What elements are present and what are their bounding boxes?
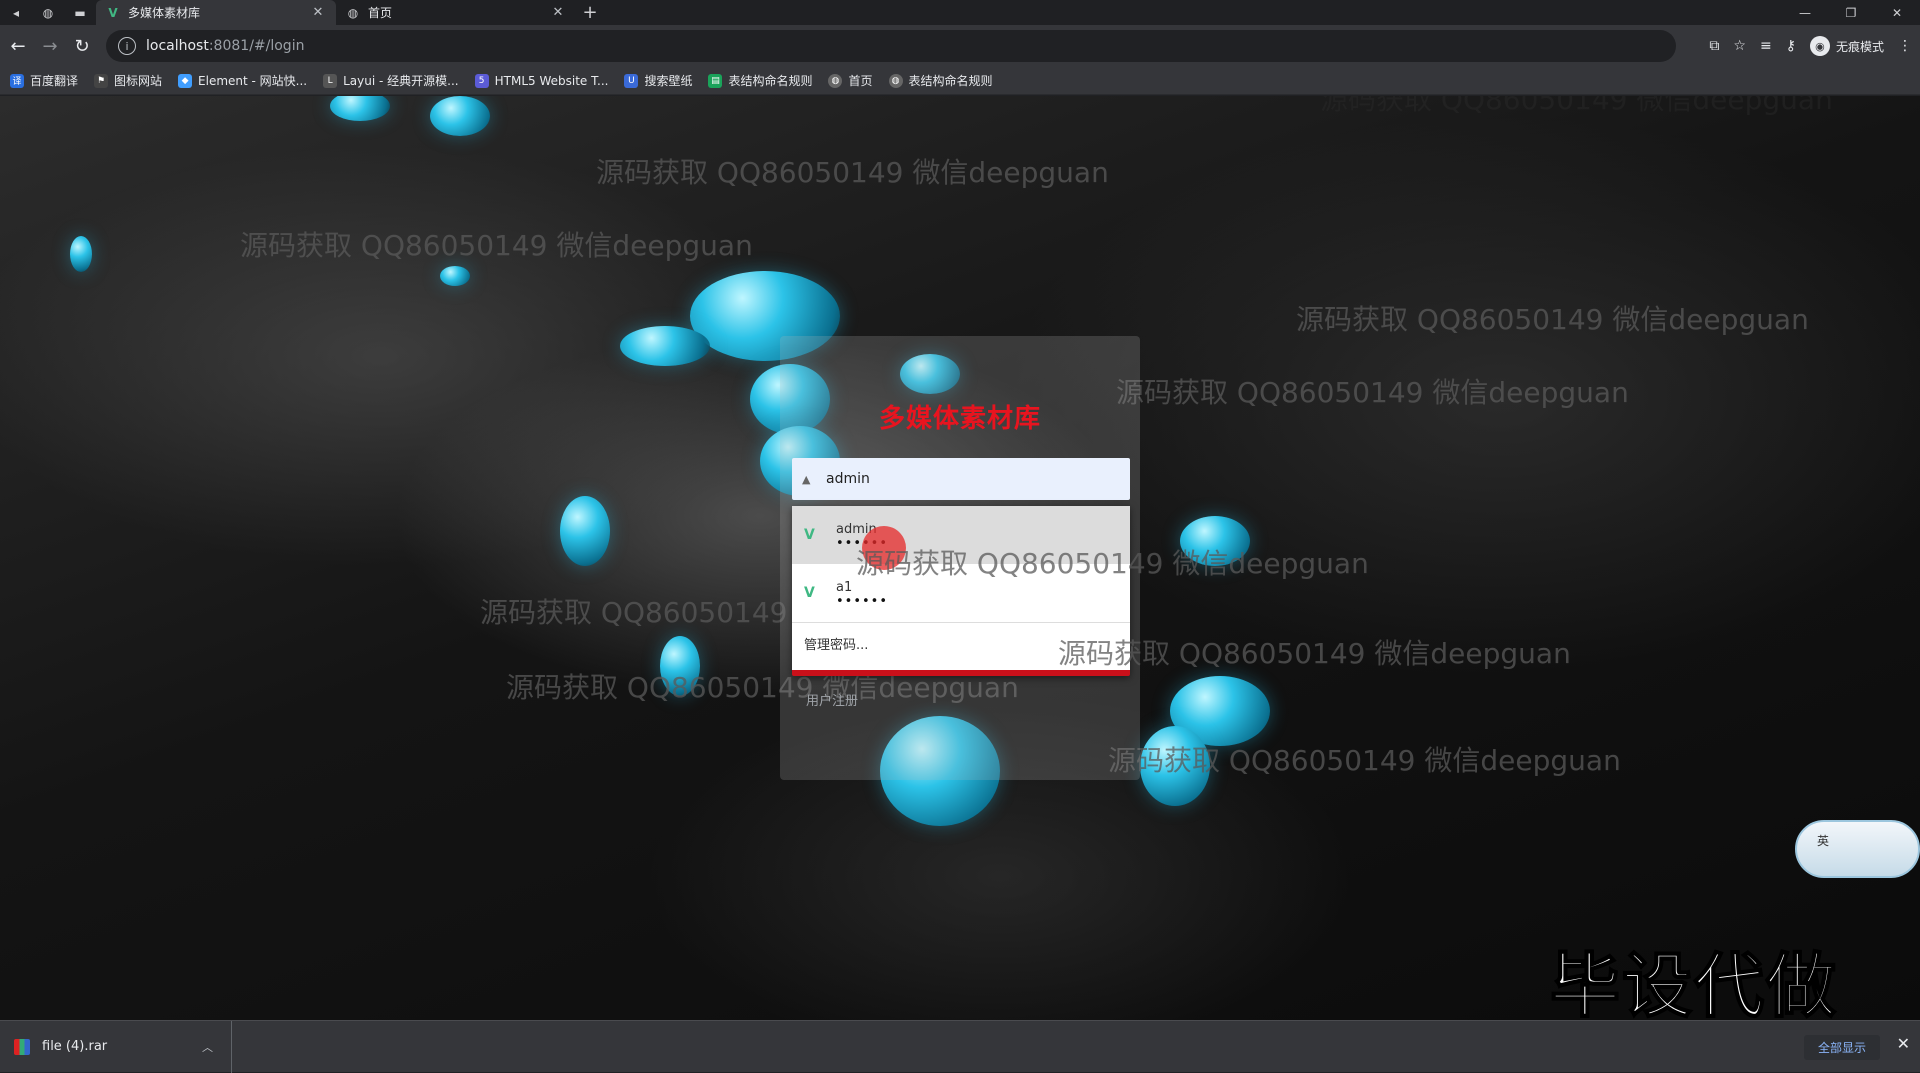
watermark: 源码获取 QQ86050149 微信deepguan bbox=[1058, 637, 1571, 670]
bookmark-label: HTML5 Website T... bbox=[494, 73, 609, 88]
menu-icon[interactable]: ⋮ bbox=[1898, 38, 1912, 54]
address-path: :8081/#/login bbox=[208, 38, 305, 54]
water-drop bbox=[430, 96, 490, 136]
vue-icon: V bbox=[108, 5, 118, 20]
bookmark-item[interactable]: ◍ 表结构命名规则 bbox=[888, 72, 993, 89]
reading-list-icon[interactable]: ≡ bbox=[1760, 38, 1772, 54]
bookmark-label: 表结构命名规则 bbox=[908, 74, 993, 88]
globe-icon: ◍ bbox=[347, 5, 359, 20]
bookmark-icon: 译 bbox=[10, 73, 24, 88]
promo-overlay-text: 毕设代做 bbox=[1549, 944, 1838, 1028]
user-icon: ▲ bbox=[802, 472, 811, 486]
ime-label: 英 bbox=[1817, 834, 1830, 848]
watermark: 源码获取 QQ86050149 微信deepguan bbox=[596, 156, 1109, 189]
minimize-icon[interactable]: — bbox=[1782, 0, 1828, 25]
bookmark-star-icon[interactable]: ☆ bbox=[1733, 38, 1746, 54]
vue-icon: V bbox=[804, 585, 815, 601]
toolbar-actions: ⧉ ☆ ≡ ⚷ ◉ 无痕模式 ⋮ bbox=[1709, 30, 1912, 62]
bookmark-label: Layui - 经典开源模... bbox=[343, 74, 459, 88]
water-drop bbox=[70, 236, 92, 272]
incognito-indicator[interactable]: ◉ 无痕模式 bbox=[1809, 36, 1884, 56]
close-window-icon[interactable]: ✕ bbox=[1874, 0, 1920, 25]
bookmark-label: 百度翻译 bbox=[30, 74, 79, 88]
tab-active[interactable]: V 多媒体素材库 ✕ bbox=[96, 0, 336, 25]
water-drop bbox=[560, 496, 610, 566]
globe-icon[interactable]: ◍ bbox=[32, 0, 64, 25]
key-icon[interactable]: ⚷ bbox=[1786, 38, 1796, 54]
bookmark-item[interactable]: 5 HTML5 Website T... bbox=[474, 73, 609, 88]
restore-icon[interactable]: ❐ bbox=[1828, 0, 1874, 25]
tab-close-icon[interactable]: ✕ bbox=[550, 5, 566, 20]
bookmark-label: 图标网站 bbox=[114, 74, 163, 88]
bookmarks-bar: 译百度翻译 ⚑ 图标网站 ◆ Element - 网站快... L Layui - 经… bbox=[0, 67, 1920, 95]
wallpaper-icon: U bbox=[624, 73, 639, 88]
bookmark-item[interactable]: ◆ Element - 网站快... bbox=[178, 72, 307, 89]
tab-close-icon[interactable]: ✕ bbox=[310, 5, 326, 20]
download-bar: file (4).rar ︿ 全部显示 ✕ bbox=[0, 1020, 1920, 1073]
watermark: 源码获取 QQ86050149 微信deepguan bbox=[240, 229, 753, 262]
bookmark-label: 搜索壁纸 bbox=[644, 74, 693, 88]
element-icon: ◆ bbox=[178, 73, 193, 88]
watermark: 源码获取 QQ86050149 微信deepguan bbox=[856, 547, 1369, 580]
reload-icon[interactable]: ↻ bbox=[66, 30, 98, 62]
globe-icon: ◍ bbox=[888, 73, 903, 88]
tab-title: 首页 bbox=[368, 6, 393, 20]
download-file-name: file (4).rar bbox=[42, 1039, 108, 1054]
watermark: 源码获取 QQ86050149 微信deepguan bbox=[1116, 376, 1629, 409]
sheet-icon: ▤ bbox=[708, 73, 723, 88]
tab-home[interactable]: ◍ 首页 ✕ bbox=[336, 0, 576, 25]
register-link[interactable]: 用户注册 bbox=[806, 690, 858, 709]
bookmark-label: 首页 bbox=[848, 74, 873, 88]
autofill-entry-text: a1 •••••• bbox=[836, 580, 889, 609]
bookmark-label: 表结构命名规则 bbox=[728, 74, 813, 88]
water-drop bbox=[440, 266, 470, 286]
autofill-password: •••••• bbox=[836, 593, 889, 609]
new-tab-button[interactable]: + bbox=[576, 0, 604, 25]
globe-icon: ◍ bbox=[828, 73, 843, 88]
tab-search-icon[interactable]: ◂ bbox=[0, 0, 32, 25]
bookmark-label: Element - 网站快... bbox=[198, 74, 308, 88]
forward-icon[interactable]: → bbox=[34, 30, 66, 62]
tab-strip-lead: ◂ ◍ ▬ bbox=[0, 0, 96, 25]
ime-widget[interactable]: 英 bbox=[1795, 820, 1920, 878]
watermark: 源码获取 QQ86050149 微信deepguan bbox=[1108, 744, 1621, 777]
back-icon[interactable]: ← bbox=[2, 30, 34, 62]
water-drop bbox=[620, 326, 710, 366]
bookmark-item[interactable]: L Layui - 经典开源模... bbox=[323, 72, 459, 89]
username-input[interactable]: ▲ admin bbox=[792, 458, 1130, 500]
incognito-icon: ◉ bbox=[1809, 36, 1830, 56]
water-drop bbox=[330, 96, 390, 121]
browser-toolbar: ← → ↻ i localhost:8081/#/login ⧉ ☆ ≡ ⚷ ◉… bbox=[0, 25, 1920, 67]
show-all-button[interactable]: 全部显示 bbox=[1803, 1035, 1880, 1060]
chevron-up-icon[interactable]: ︿ bbox=[202, 1039, 213, 1055]
tab-title: 多媒体素材库 bbox=[128, 6, 201, 20]
flag-icon: ⚑ bbox=[94, 73, 109, 88]
bookmark-item[interactable]: U 搜索壁纸 bbox=[624, 72, 692, 89]
address-host: localhost bbox=[146, 38, 209, 54]
html5-icon: 5 bbox=[474, 73, 489, 88]
watermark: 源码获取 QQ86050149 微信deepguan bbox=[1320, 96, 1833, 116]
username-value: admin bbox=[826, 471, 870, 487]
watermark: 源码获取 QQ86050149 微信deepguan bbox=[1296, 303, 1809, 336]
close-icon[interactable]: ✕ bbox=[1897, 1034, 1910, 1053]
vue-icon: V bbox=[804, 527, 815, 543]
login-title: 多媒体素材库 bbox=[878, 404, 1041, 434]
download-item[interactable]: file (4).rar ︿ bbox=[0, 1020, 232, 1073]
address-bar[interactable]: i localhost:8081/#/login bbox=[106, 30, 1676, 62]
incognito-label: 无痕模式 bbox=[1835, 39, 1884, 54]
window-controls: — ❐ ✕ bbox=[1782, 0, 1920, 25]
layui-icon: L bbox=[323, 73, 338, 88]
bookmark-item[interactable]: ▤ 表结构命名规则 bbox=[708, 72, 812, 89]
window-icon[interactable]: ▬ bbox=[64, 0, 96, 25]
bookmark-item[interactable]: ⚑ 图标网站 bbox=[94, 72, 162, 89]
translate-icon[interactable]: ⧉ bbox=[1709, 38, 1719, 54]
bookmark-item[interactable]: 译百度翻译 bbox=[10, 72, 78, 89]
info-icon[interactable]: i bbox=[118, 37, 136, 55]
bookmark-item[interactable]: ◍ 首页 bbox=[828, 72, 873, 89]
tab-strip: ◂ ◍ ▬ V 多媒体素材库 ✕ ◍ 首页 ✕ + — ❐ ✕ bbox=[0, 0, 1920, 25]
archive-icon bbox=[14, 1038, 30, 1055]
